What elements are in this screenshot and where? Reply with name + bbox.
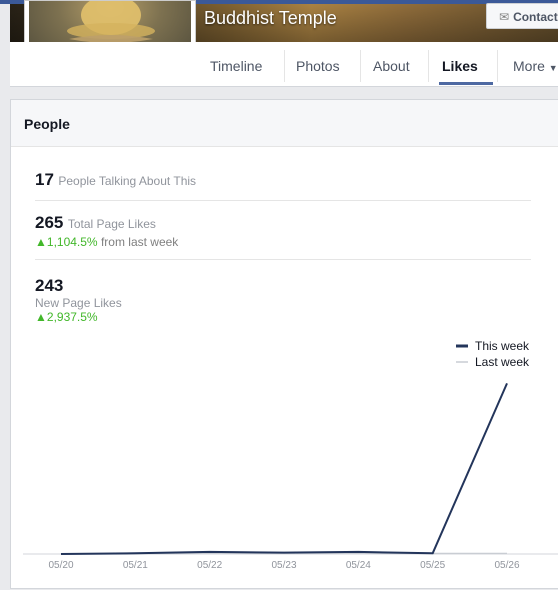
tab-divider — [428, 50, 429, 82]
tab-photos[interactable]: Photos — [296, 58, 340, 74]
tab-about[interactable]: About — [373, 58, 410, 74]
x-tick-label: 05/26 — [494, 560, 519, 571]
envelope-icon: ✉ — [499, 10, 510, 24]
legend-label: This week — [475, 339, 530, 353]
likes-line-chart: 05/20 05/21 05/22 05/23 05/24 05/25 05/26 This … — [23, 339, 558, 571]
people-card: People 17 People Talking About This 265 … — [10, 99, 558, 589]
page-nav: Timeline Photos About Likes More ▼ — [10, 42, 558, 87]
contact-label: Contact — [513, 10, 558, 24]
tab-more-label: More — [513, 58, 545, 74]
x-tick-label: 05/25 — [420, 560, 445, 571]
tab-timeline[interactable]: Timeline — [210, 58, 262, 74]
x-tick-label: 05/22 — [197, 560, 222, 571]
x-tick-label: 05/20 — [48, 560, 73, 571]
contact-button[interactable]: ✉ Contact — [486, 3, 558, 29]
x-tick-label: 05/21 — [123, 560, 148, 571]
tab-divider — [497, 50, 498, 82]
x-tick-label: 05/24 — [346, 560, 371, 571]
tab-likes[interactable]: Likes — [442, 58, 478, 74]
active-tab-indicator — [439, 82, 493, 85]
x-tick-label: 05/23 — [271, 560, 296, 571]
chevron-down-icon: ▼ — [548, 63, 558, 73]
tab-divider — [360, 50, 361, 82]
series-line-this-week — [60, 383, 508, 555]
tab-divider — [284, 50, 285, 82]
tab-more[interactable]: More ▼ — [513, 58, 558, 74]
legend-label: Last week — [475, 355, 530, 369]
page-title: Buddhist Temple — [204, 8, 337, 28]
